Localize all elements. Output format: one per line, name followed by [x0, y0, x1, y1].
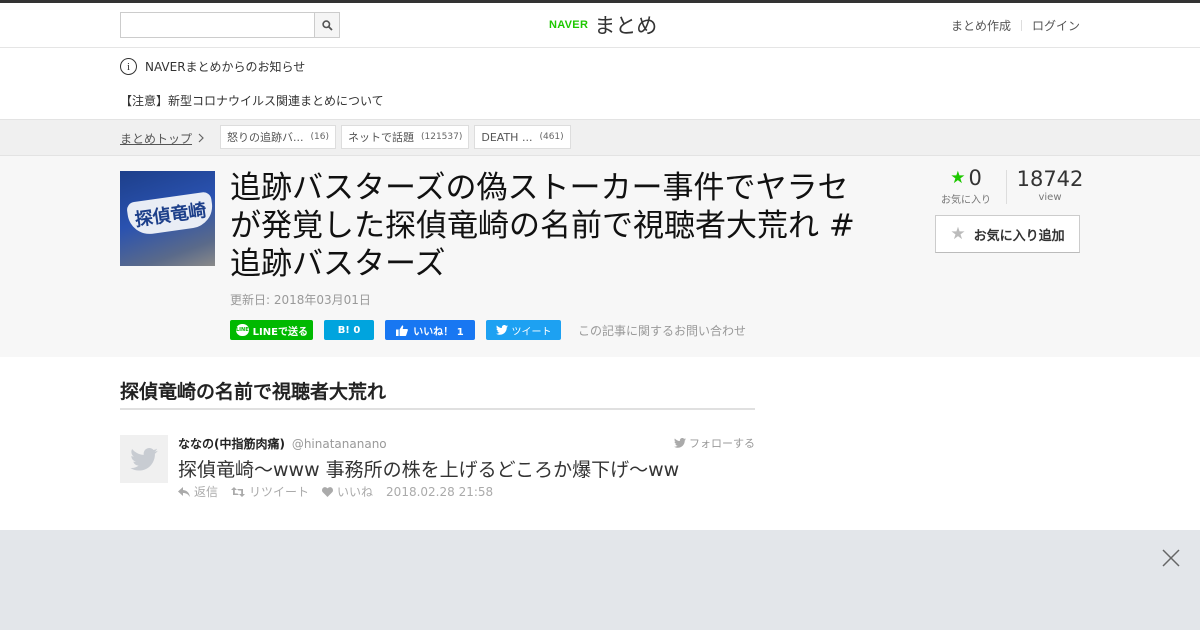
- star-icon: ★: [950, 168, 966, 188]
- notice-area: i NAVERまとめからのお知らせ 【注意】新型コロナウイルス関連まとめについて: [0, 49, 1200, 119]
- add-favorite-label: お気に入り追加: [973, 228, 1065, 244]
- tag-count: (461): [539, 132, 564, 142]
- search-input[interactable]: [121, 13, 315, 37]
- article-header: 探偵竜崎 追跡バスターズの偽ストーカー事件でヤラセが発覚した探偵竜崎の名前で視聴…: [0, 156, 1200, 357]
- tweet-author[interactable]: ななの(中指筋肉痛) @hinatananano: [178, 435, 387, 452]
- favorites-count: 0: [968, 166, 982, 190]
- breadcrumb: まとめトップ 怒りの追跡バ... (16) ネットで話題 (121537) DE…: [0, 119, 1200, 156]
- article-thumbnail[interactable]: 探偵竜崎: [120, 171, 215, 266]
- reply-button[interactable]: 返信: [178, 483, 218, 500]
- line-share-button[interactable]: LINE LINEで送る: [230, 320, 313, 340]
- favorites-label: お気に入り: [941, 195, 991, 206]
- stat-divider: [1006, 170, 1007, 204]
- reply-label: 返信: [194, 485, 219, 499]
- logo-matome: まとめ: [594, 14, 658, 38]
- search-icon: [321, 19, 333, 31]
- star-icon: ★: [950, 224, 966, 244]
- tag-label: 怒りの追跡バ...: [227, 131, 304, 144]
- breadcrumb-top-label: まとめトップ: [120, 132, 193, 146]
- facebook-like-button[interactable]: いいね！ 1: [385, 320, 475, 340]
- line-share-label: LINEで送る: [252, 326, 308, 338]
- notice-title-row[interactable]: i NAVERまとめからのお知らせ: [120, 58, 305, 75]
- twitter-bird-icon: [495, 325, 508, 335]
- like-label: いいね: [337, 485, 374, 499]
- views-label: view: [1038, 192, 1062, 203]
- thumbnail-cap-text: 探偵竜崎: [126, 191, 215, 237]
- retweet-button[interactable]: リツイート: [231, 483, 309, 500]
- close-ad-button[interactable]: [1162, 549, 1180, 567]
- tweet-button[interactable]: ツイート: [486, 320, 561, 340]
- ad-banner: [0, 530, 1200, 630]
- tag-anger-tracking[interactable]: 怒りの追跡バ... (16): [220, 125, 336, 149]
- tweet-label: ツイート: [511, 326, 552, 338]
- notice-message[interactable]: 【注意】新型コロナウイルス関連まとめについて: [120, 92, 384, 109]
- article-title: 追跡バスターズの偽ストーカー事件でヤラセが発覚した探偵竜崎の名前で視聴者大荒れ …: [230, 170, 855, 282]
- tweet-text: 探偵竜崎〜www 事務所の株を上げるどころか爆下げ〜ww: [178, 459, 680, 481]
- tag-count: (16): [310, 132, 329, 142]
- tweet-timestamp[interactable]: 2018.02.28 21:58: [386, 485, 493, 499]
- info-icon: i: [120, 58, 137, 75]
- tweet-author-handle: @hinatananano: [291, 437, 387, 451]
- create-matome-link[interactable]: まとめ作成: [951, 17, 1011, 34]
- tag-net-trending[interactable]: ネットで話題 (121537): [340, 125, 470, 149]
- link-divider: [1020, 20, 1022, 31]
- logo-naver: NAVER: [549, 19, 589, 31]
- tag-label: ネットで話題: [347, 131, 414, 144]
- heart-icon: [322, 486, 334, 497]
- retweet-label: リツイート: [249, 485, 310, 499]
- header-links: まとめ作成 ログイン: [951, 17, 1080, 34]
- like-button[interactable]: いいね: [322, 483, 373, 500]
- tag-count: (121537): [420, 132, 463, 142]
- close-icon: [1162, 549, 1180, 567]
- views-count: 18742: [1016, 167, 1084, 191]
- hatena-label: B! 0: [337, 324, 361, 336]
- add-favorite-button[interactable]: ★ お気に入り追加: [935, 215, 1080, 253]
- hatena-bookmark-button[interactable]: B! 0: [324, 320, 374, 340]
- embedded-tweet: ななの(中指筋肉痛) @hinatananano フォローする 探偵竜崎〜www…: [120, 435, 755, 515]
- login-link[interactable]: ログイン: [1032, 17, 1080, 34]
- breadcrumb-tags: 怒りの追跡バ... (16) ネットで話題 (121537) DEATH ...…: [220, 125, 576, 149]
- section-heading: 探偵竜崎の名前で視聴者大荒れ: [120, 377, 755, 410]
- site-logo[interactable]: NAVER まとめ: [549, 11, 657, 39]
- article-content: 探偵竜崎の名前で視聴者大荒れ ななの(中指筋肉痛) @hinatananano …: [0, 357, 1200, 530]
- twitter-bird-icon: [130, 447, 158, 471]
- tweet-actions: 返信 リツイート いいね 2018.02.28 21:58: [178, 483, 506, 500]
- facebook-like-label: いいね！ 1: [413, 326, 464, 338]
- thumbs-up-icon: [396, 324, 409, 336]
- twitter-bird-icon: [674, 438, 686, 448]
- reply-icon: [178, 486, 190, 497]
- notice-title: NAVERまとめからのお知らせ: [145, 60, 306, 74]
- tweet-author-name: ななの(中指筋肉痛): [178, 437, 285, 451]
- avatar[interactable]: [120, 435, 168, 483]
- breadcrumb-top-link[interactable]: まとめトップ: [120, 130, 204, 147]
- favorites-stat: ★ 0 お気に入り: [935, 166, 997, 206]
- chevron-right-icon: [198, 132, 204, 146]
- inquiry-link[interactable]: この記事に関するお問い合わせ: [578, 322, 746, 339]
- follow-label: フォローする: [689, 437, 755, 450]
- article-stats: ★ 0 お気に入り 18742 view: [935, 166, 1083, 206]
- follow-button[interactable]: フォローする: [674, 435, 755, 451]
- site-header: NAVER まとめ まとめ作成 ログイン: [0, 3, 1200, 48]
- retweet-icon: [231, 486, 246, 497]
- search-button[interactable]: [314, 13, 339, 37]
- tag-label: DEATH ...: [481, 130, 533, 144]
- tag-death[interactable]: DEATH ... (461): [474, 125, 571, 149]
- line-icon: LINE: [236, 324, 249, 336]
- views-stat: 18742 view: [1015, 166, 1085, 203]
- updated-date: 更新日: 2018年03月01日: [230, 293, 371, 307]
- search-box: [120, 12, 340, 38]
- share-bar: LINE LINEで送る B! 0 いいね！ 1 ツイート この記事に関するお問…: [230, 320, 746, 340]
